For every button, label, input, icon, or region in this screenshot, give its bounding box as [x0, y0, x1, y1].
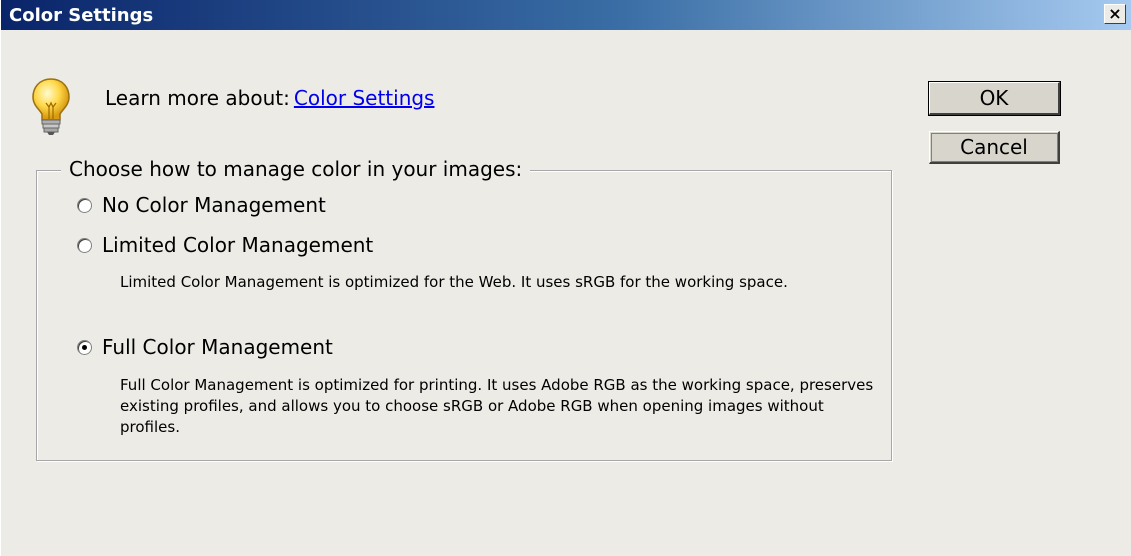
lightbulb-icon — [32, 78, 70, 135]
group-legend: Choose how to manage color in your image… — [61, 157, 531, 181]
ok-button-label: OK — [979, 86, 1009, 110]
option-label: No Color Management — [102, 193, 326, 217]
cancel-button-label: Cancel — [960, 135, 1028, 159]
color-management-group: Choose how to manage color in your image… — [36, 157, 892, 461]
radio-button[interactable] — [77, 197, 92, 213]
color-settings-dialog: Color Settings × Learn more about: Color … — [0, 0, 1131, 556]
radio-full-color-management[interactable]: Full Color Management — [77, 335, 333, 359]
radio-limited-color-management[interactable]: Limited Color Management — [77, 233, 373, 257]
radio-no-color-management[interactable]: No Color Management — [77, 193, 326, 217]
learn-more-row: Learn more about: Color Settings — [105, 86, 434, 110]
option-label: Limited Color Management — [102, 233, 374, 257]
close-button[interactable]: × — [1104, 4, 1126, 24]
title-bar[interactable]: Color Settings × — [1, 0, 1131, 30]
dialog-title: Color Settings — [9, 5, 154, 26]
radio-button[interactable] — [77, 237, 92, 253]
limited-description: Limited Color Management is optimized fo… — [120, 273, 788, 291]
option-label: Full Color Management — [102, 335, 333, 359]
ok-button[interactable]: OK — [928, 81, 1061, 116]
color-settings-help-link[interactable]: Color Settings — [294, 86, 435, 110]
full-description: Full Color Management is optimized for p… — [120, 376, 874, 436]
radio-button-checked[interactable] — [77, 339, 92, 355]
learn-more-label: Learn more about: — [105, 86, 290, 110]
close-icon: × — [1108, 4, 1122, 23]
cancel-button[interactable]: Cancel — [929, 131, 1060, 164]
